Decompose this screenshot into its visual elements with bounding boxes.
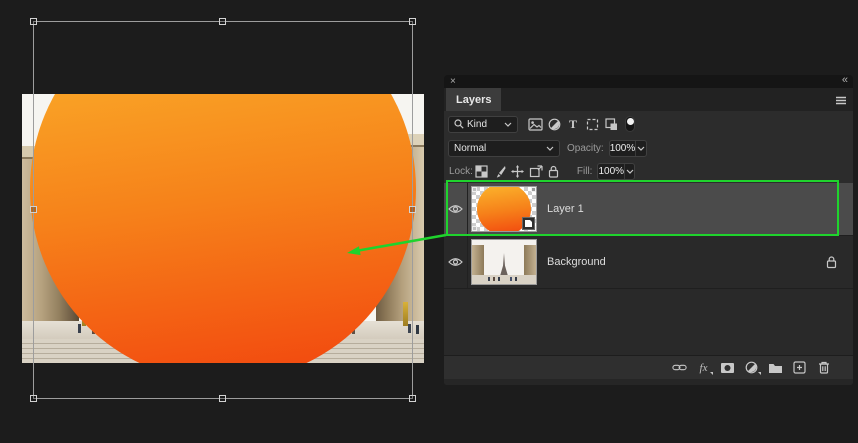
thumb-corner-mark	[472, 187, 477, 192]
lock-all-button[interactable]	[545, 165, 563, 178]
thumb-corner-mark	[472, 226, 477, 231]
type-layers-icon: T	[568, 116, 577, 131]
eye-icon	[448, 205, 463, 213]
lock-artboard-icon	[529, 165, 543, 178]
thumb-eiffel-tower	[500, 253, 508, 276]
tab-layers[interactable]: Layers	[446, 88, 502, 111]
delete-layer-button[interactable]	[816, 360, 831, 375]
transform-handle-bottom-center[interactable]	[219, 395, 226, 402]
thumb-photo-people	[488, 277, 490, 281]
adjustment-layers-icon	[548, 118, 560, 130]
link-layers-button[interactable]	[672, 360, 687, 375]
blend-mode-value: Normal	[454, 143, 487, 154]
layer-row-background[interactable]: Background	[444, 236, 853, 289]
layer-style-button[interactable]: fx	[696, 360, 713, 375]
filter-type-layers-button[interactable]: T	[564, 116, 582, 131]
search-icon	[454, 119, 464, 129]
transform-handle-bottom-right[interactable]	[409, 395, 416, 402]
fx-icon: fx	[699, 361, 708, 374]
adjustment-layer-button[interactable]	[744, 360, 761, 375]
opacity-input[interactable]: 100%	[608, 140, 647, 157]
layers-panel-footer: fx	[444, 355, 853, 379]
smart-object-badge	[522, 217, 535, 230]
lock-pixels-icon	[497, 166, 506, 178]
blend-mode-row: Normal Opacity: 100%	[444, 137, 853, 160]
transform-handle-top-center[interactable]	[219, 18, 226, 25]
smart-object-icon	[604, 117, 617, 130]
filter-kind-select[interactable]: Kind	[448, 115, 518, 133]
new-layer-icon	[793, 361, 806, 374]
layer1-thumbnail[interactable]	[471, 186, 537, 232]
opacity-label: Opacity:	[567, 143, 604, 154]
adjustment-layer-icon	[745, 361, 758, 374]
lock-transparency-icon	[475, 165, 489, 178]
filter-smart-objects-button[interactable]	[602, 117, 620, 131]
panel-bottom-strip	[444, 379, 853, 385]
layer-filter-row: Kind T	[444, 111, 853, 137]
lock-position-button[interactable]	[509, 165, 527, 178]
new-group-button[interactable]	[768, 360, 783, 375]
lock-transparency-button[interactable]	[473, 165, 491, 178]
fill-dropdown-button[interactable]	[624, 164, 634, 179]
transform-handle-middle-left[interactable]	[30, 206, 37, 213]
shape-layers-icon	[586, 118, 598, 130]
delete-layer-icon	[818, 361, 829, 374]
adjustment-flyout-triangle	[758, 372, 761, 375]
fx-flyout-triangle	[710, 372, 713, 375]
lock-artboard-button[interactable]	[527, 165, 545, 178]
transform-handle-middle-right[interactable]	[409, 206, 416, 213]
lock-icon	[826, 256, 837, 269]
lock-row: Lock: Fill: 100%	[444, 160, 853, 183]
pixel-layers-icon	[527, 117, 543, 131]
filter-kind-label: Kind	[467, 118, 488, 130]
layer-row-layer1[interactable]: Layer 1	[444, 183, 853, 236]
add-layer-mask-icon	[721, 362, 734, 373]
opacity-dropdown-button[interactable]	[635, 141, 645, 156]
layer1-name: Layer 1	[547, 203, 584, 215]
panel-tab-row: Layers	[444, 88, 853, 111]
add-layer-mask-button[interactable]	[720, 360, 735, 375]
background-lock-icon	[826, 256, 837, 269]
hamburger-icon	[836, 96, 846, 105]
fill-value: 100%	[598, 166, 625, 177]
lock-pixels-button[interactable]	[491, 165, 509, 178]
new-layer-button[interactable]	[792, 360, 807, 375]
layers-list: Layer 1 Background	[444, 183, 853, 355]
transform-handle-top-right[interactable]	[409, 18, 416, 25]
thumb-photo-ground	[472, 275, 536, 284]
panel-close-button[interactable]: ×	[450, 75, 456, 88]
new-group-icon	[769, 363, 782, 373]
transform-handle-bottom-left[interactable]	[30, 395, 37, 402]
chevron-down-icon	[546, 146, 554, 151]
background-thumbnail[interactable]	[471, 239, 537, 285]
lock-position-icon	[511, 165, 525, 178]
background-visibility-toggle[interactable]	[444, 236, 468, 288]
transform-handle-top-left[interactable]	[30, 18, 37, 25]
layers-panel: × « Layers Kind T Normal Opacity: 100% L…	[444, 75, 853, 385]
layer-filter-toggle[interactable]	[625, 116, 635, 132]
layer1-visibility-toggle[interactable]	[444, 183, 468, 235]
thumb-corner-mark	[531, 187, 536, 192]
link-layers-icon	[672, 364, 687, 371]
lock-all-icon	[549, 165, 559, 178]
chevron-down-icon	[637, 146, 645, 151]
fill-input[interactable]: 100%	[597, 163, 636, 180]
transform-bounding-box[interactable]	[30, 18, 416, 402]
filter-pixel-layers-button[interactable]	[526, 117, 544, 131]
opacity-value: 100%	[609, 143, 636, 154]
eye-icon	[448, 258, 463, 266]
filter-adjustment-layers-button[interactable]	[545, 118, 563, 131]
blend-mode-select[interactable]: Normal	[448, 140, 560, 157]
smart-object-badge-icon	[525, 220, 532, 227]
panel-menu-button[interactable]	[835, 96, 847, 105]
filter-shape-layers-button[interactable]	[583, 118, 601, 131]
fill-label: Fill:	[576, 166, 593, 177]
background-name: Background	[547, 256, 606, 268]
panel-collapse-button[interactable]: «	[842, 75, 848, 87]
panel-top-bar: × «	[444, 75, 853, 88]
chevron-down-icon	[626, 169, 634, 174]
chevron-down-icon	[504, 122, 512, 127]
lock-label: Lock:	[449, 166, 473, 177]
